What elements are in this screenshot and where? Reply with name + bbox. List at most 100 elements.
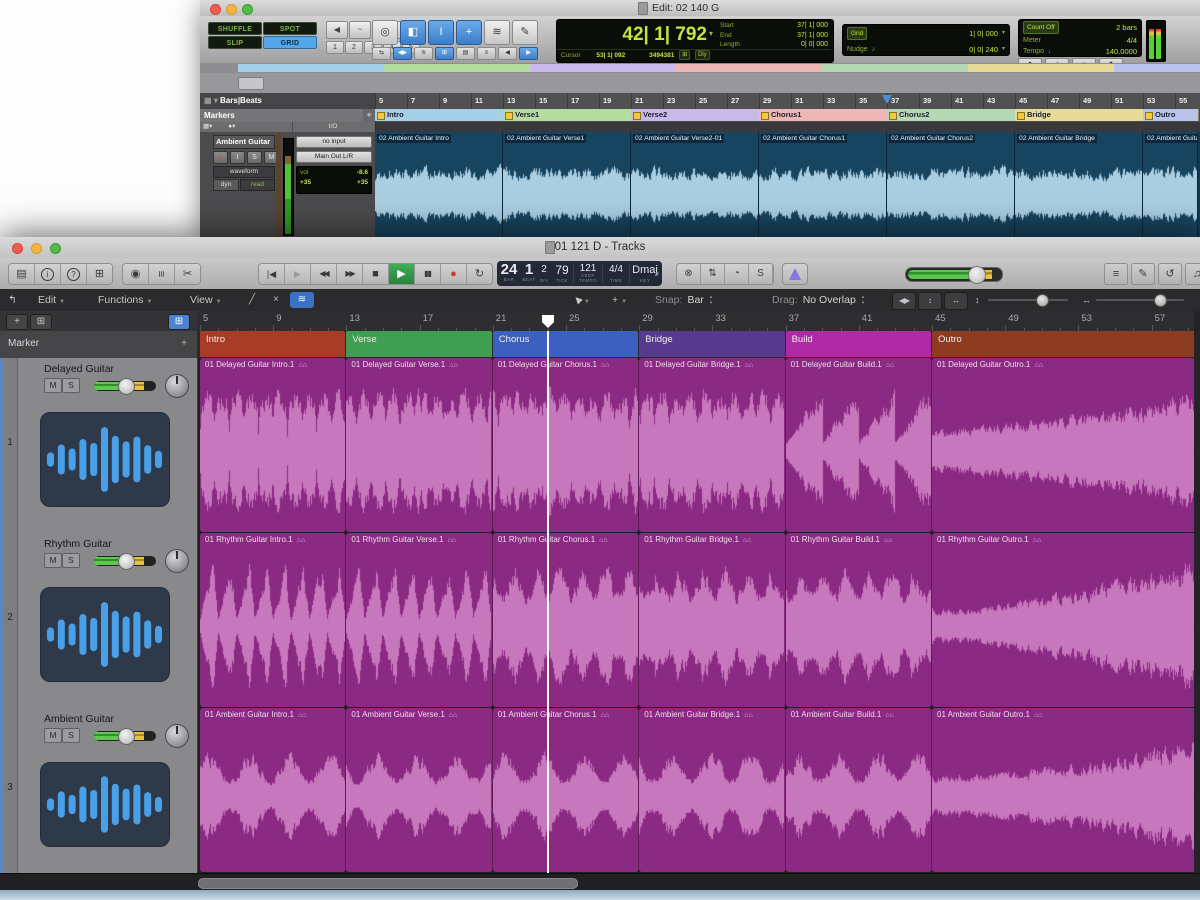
track-volume-knob[interactable] [118,378,135,395]
logic-titlebar[interactable]: 01 121 D - Tracks [0,237,1200,259]
pt-clip[interactable]: 02 Ambient Guitar Outro [1143,132,1198,237]
rewind-button[interactable]: ◀◀ [311,264,337,284]
stop-button[interactable]: ■ [363,264,389,284]
region[interactable]: 01 Rhythm Guitar Intro.1⌂⌂ [200,533,346,707]
nudge-value[interactable]: 0| 0| 240 [969,44,998,55]
pt-track-view-selector[interactable]: waveform [213,166,275,178]
pt-clip[interactable]: 02 Ambient Guitar Verse1 [503,132,631,237]
pt-clip[interactable]: 02 Ambient Guitar Bridge [1015,132,1143,237]
solo-mode-button[interactable]: S [749,264,773,284]
pt-clip[interactable]: 02 Ambient Guitar Chorus2 [887,132,1015,237]
drag-control[interactable]: Drag:No Overlap▴▾ [772,289,864,311]
play-button[interactable]: ▶ [389,264,415,284]
chevron-down-icon[interactable]: ▾ [1002,28,1005,39]
region[interactable]: 01 Delayed Guitar Build.1⌂⌂ [786,358,932,532]
region[interactable]: 01 Delayed Guitar Outro.1⌂⌂ [932,358,1200,532]
close-button[interactable] [210,4,221,15]
crossfade-icon[interactable]: × [264,292,288,308]
pt-small-button-7[interactable]: ▶ [519,47,538,60]
pt-dyn-button[interactable]: dyn [213,179,239,191]
pointer-tool-menu[interactable]: ▶▼ [574,289,590,313]
replace-button[interactable]: ⊗ [677,264,701,284]
edit-menu[interactable]: Edit▼ [38,289,65,313]
back-icon[interactable]: ↰ [8,289,17,311]
record-button[interactable]: ● [441,264,467,284]
marker-outro[interactable]: Outro [932,331,1199,357]
marker-bridge[interactable]: Bridge [639,331,784,357]
end-value[interactable]: 37| 1| 000 [797,31,828,41]
list-editors-button[interactable]: ≡ [1104,263,1128,285]
pan-knob[interactable] [165,724,189,748]
flex-icon[interactable]: ≋ [290,292,314,308]
stepper-icon[interactable]: ▴▾ [710,294,713,306]
pause-button[interactable]: ▮▮ [415,264,441,284]
pt-clip[interactable]: 02 Ambient Guitar Verse2-01 [631,132,759,237]
pt-small-button-4[interactable]: ▤ [456,47,475,60]
region[interactable]: 01 Delayed Guitar Intro.1⌂⌂ [200,358,346,532]
quick-help-button[interactable]: ? [61,264,87,284]
horizontal-scrollbar[interactable] [0,873,1200,891]
pt-clip[interactable]: 02 Ambient Guitar Chorus1 [759,132,887,237]
vertical-scrollbar[interactable] [1194,311,1200,873]
automation-icon[interactable]: ╱ [240,292,264,308]
track-volume-knob[interactable] [118,553,135,570]
add-marker-button[interactable]: + [181,331,187,357]
pt-zoom-preset-1[interactable]: 1 [326,41,344,54]
region[interactable]: 01 Rhythm Guitar Outro.1⌂⌂ [932,533,1200,707]
pt-automation-mode[interactable]: read [240,179,275,191]
functions-menu[interactable]: Functions▼ [98,289,152,313]
cycle-button[interactable]: ↻ [467,264,492,284]
pt-small-button-5[interactable]: ≡ [477,47,496,60]
marker-intro[interactable]: Intro [200,331,345,357]
marker-lane[interactable]: IntroVerseChorusBridgeBuildOutro [197,331,1200,359]
pt-small-button-2[interactable]: ≋ [414,47,433,60]
region[interactable]: 01 Ambient Guitar Build.1⌂⌂ [786,708,932,872]
volume-knob[interactable] [968,266,986,284]
lcd-display[interactable]: 24BAR 1BEAT 2DIV 79TICK 121KEEPTEMPO 4/4… [497,261,662,286]
region[interactable]: 01 Delayed Guitar Verse.1⌂⌂ [346,358,492,532]
track-header[interactable]: 2Rhythm GuitarMS [0,533,198,709]
pan-knob[interactable] [165,549,189,573]
zoomer-tool-icon[interactable]: ◎ [372,20,398,45]
pt-scroll-zone[interactable] [200,73,1200,94]
solo-button[interactable]: S [62,553,80,568]
chevron-down-icon[interactable]: ▾ [1002,44,1005,55]
smart-controls-button[interactable]: ◉ [123,264,149,284]
view-menu[interactable]: View▼ [190,289,222,313]
minimize-button[interactable] [226,4,237,15]
pt-scroll-thumb[interactable] [238,77,264,90]
pan-knob[interactable] [165,374,189,398]
metronome-button[interactable] [782,263,808,285]
toolbar-button[interactable]: ⊞ [87,264,112,284]
zoom-button[interactable] [242,4,253,15]
marker-track-header[interactable]: Marker + [0,331,198,359]
play-from-selection-button[interactable]: ▶ [285,264,311,284]
vertical-zoom-knob[interactable] [1036,294,1049,307]
playhead-line[interactable] [547,331,549,873]
start-value[interactable]: 37| 1| 000 [797,21,828,31]
pencil-tool-icon[interactable]: ✎ [512,20,538,45]
horizontal-zoom-slider[interactable] [1096,299,1184,301]
region[interactable]: 01 Rhythm Guitar Chorus.1⌂⌂ [493,533,639,707]
pt-small-button-6[interactable]: ◀ [498,47,517,60]
editors-button[interactable]: ✂ [175,264,200,284]
marker-chorus[interactable]: Chorus [493,331,638,357]
solo-button[interactable]: S [62,728,80,743]
pt-input-selector[interactable]: no input [296,136,372,148]
pt-mode-grid[interactable]: GRID [263,36,317,49]
pt-markers-row[interactable]: Markers + IntroVerse1Verse2Chorus1Chorus… [200,109,1200,123]
pt-mode-shuffle[interactable]: SHUFFLE [208,22,262,35]
horizontal-zoom-knob[interactable] [1154,294,1167,307]
pt-clip[interactable]: 02 Ambient Guitar Intro [375,132,503,237]
tempo-value[interactable]: 140.0000 [1106,46,1137,57]
bars-ruler[interactable]: 59131721252933374145495357 [197,311,1200,332]
vertical-zoom-button[interactable]: ↕ [918,292,942,310]
input-monitor-button[interactable]: I [230,151,245,164]
chevron-down-icon[interactable]: ▾ [655,270,659,278]
solo-button[interactable]: S [247,151,262,164]
pt-track-name[interactable]: Ambient Guitar [213,135,275,149]
snap-control[interactable]: Snap:Bar▴▾ [655,289,712,311]
region[interactable]: 01 Rhythm Guitar Verse.1⌂⌂ [346,533,492,707]
grabber-tool-icon[interactable]: + [456,20,482,45]
track-volume-knob[interactable] [118,728,135,745]
